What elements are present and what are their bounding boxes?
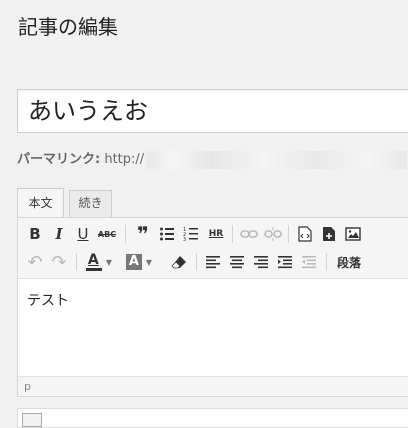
align-right-icon xyxy=(254,256,268,269)
image-icon xyxy=(345,227,361,241)
italic-icon: I xyxy=(55,225,63,243)
insert-file-button[interactable] xyxy=(318,223,340,245)
element-path[interactable]: p xyxy=(24,380,31,393)
numbered-list-icon: 1 2 3 xyxy=(183,227,198,242)
post-title-input[interactable]: あいうえお xyxy=(17,89,408,133)
align-left-button[interactable] xyxy=(202,251,224,273)
editor-toolbar: B I U ABC ❞ 1 2 3 HR ↶ ↷ A ▼ A ▼ 段落 xyxy=(18,218,408,279)
insert-image-button[interactable] xyxy=(342,223,364,245)
horizontal-rule-button[interactable]: HR xyxy=(204,223,228,245)
toolbar-separator xyxy=(232,225,233,243)
text-color-icon: A xyxy=(85,252,102,271)
bold-button[interactable]: B xyxy=(24,223,46,245)
indent-icon xyxy=(278,256,292,269)
tab-main-body[interactable]: 本文 xyxy=(17,188,64,218)
eraser-icon xyxy=(171,256,186,269)
chevron-down-icon: ▼ xyxy=(105,257,113,267)
redo-icon: ↷ xyxy=(51,251,67,273)
outdent-button[interactable] xyxy=(298,251,320,273)
bold-icon: B xyxy=(29,225,41,243)
bottom-options-box xyxy=(17,408,408,428)
align-right-button[interactable] xyxy=(250,251,272,273)
strikethrough-button[interactable]: ABC xyxy=(94,223,120,245)
source-code-icon xyxy=(298,226,312,242)
toolbar-separator xyxy=(76,253,77,271)
underline-button[interactable]: U xyxy=(72,223,94,245)
underline-icon: U xyxy=(77,225,89,243)
italic-button[interactable]: I xyxy=(48,223,70,245)
permalink-url[interactable]: http:// xyxy=(104,152,144,167)
permalink-row: パーマリンク: http:// xyxy=(17,150,408,170)
rich-text-editor: B I U ABC ❞ 1 2 3 HR ↶ ↷ A ▼ A ▼ 段落 テスト … xyxy=(17,217,408,397)
svg-text:3: 3 xyxy=(183,237,186,242)
redo-button[interactable]: ↷ xyxy=(48,251,70,273)
insert-file-icon xyxy=(323,227,335,241)
background-color-button[interactable]: A ▼ xyxy=(122,251,156,273)
option-checkbox[interactable] xyxy=(22,413,42,427)
source-code-button[interactable] xyxy=(294,223,316,245)
toolbar-separator xyxy=(288,225,289,243)
align-center-icon xyxy=(230,256,244,269)
unlink-icon xyxy=(264,227,282,241)
permalink-url-redacted xyxy=(147,150,408,169)
editor-statusbar: p xyxy=(18,376,408,396)
permalink-label: パーマリンク: xyxy=(17,152,101,167)
blockquote-icon: ❞ xyxy=(137,222,149,246)
background-color-icon: A xyxy=(125,254,142,270)
tab-continuation[interactable]: 続き xyxy=(69,190,112,217)
insert-link-button[interactable] xyxy=(238,223,260,245)
toolbar-separator xyxy=(326,253,327,271)
undo-icon: ↶ xyxy=(27,251,43,273)
editor-content[interactable]: テスト xyxy=(27,290,69,310)
horizontal-rule-icon: HR xyxy=(208,229,224,239)
align-center-button[interactable] xyxy=(226,251,248,273)
outdent-icon xyxy=(302,256,316,269)
toolbar-separator xyxy=(196,253,197,271)
align-left-icon xyxy=(206,256,220,269)
page-title: 記事の編集 xyxy=(18,15,118,39)
bullet-list-icon xyxy=(160,227,174,241)
link-icon xyxy=(240,230,258,238)
paragraph-format-button[interactable]: 段落 xyxy=(334,251,364,273)
indent-button[interactable] xyxy=(274,251,296,273)
undo-button[interactable]: ↶ xyxy=(24,251,46,273)
paragraph-format-label: 段落 xyxy=(336,255,361,270)
blockquote-button[interactable]: ❞ xyxy=(132,223,154,245)
chevron-down-icon: ▼ xyxy=(145,257,153,267)
toolbar-row-2: ↶ ↷ A ▼ A ▼ 段落 xyxy=(24,249,408,275)
toolbar-separator xyxy=(125,225,126,243)
text-color-button[interactable]: A ▼ xyxy=(82,251,116,273)
remove-link-button[interactable] xyxy=(262,223,284,245)
numbered-list-button[interactable]: 1 2 3 xyxy=(180,223,202,245)
clear-formatting-button[interactable] xyxy=(168,251,190,273)
toolbar-row-1: B I U ABC ❞ 1 2 3 HR xyxy=(24,221,408,247)
strikethrough-icon: ABC xyxy=(97,229,117,239)
bullet-list-button[interactable] xyxy=(156,223,178,245)
